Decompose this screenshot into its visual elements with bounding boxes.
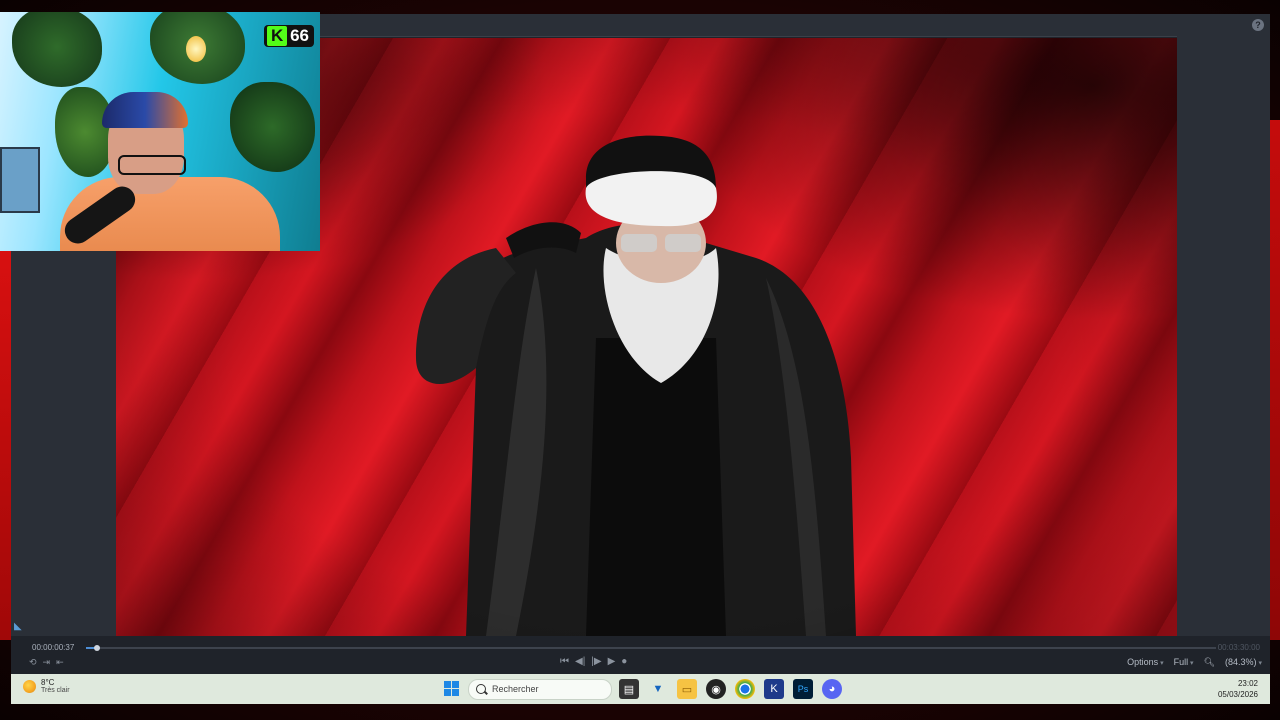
folder-icon[interactable]: ▭: [677, 679, 697, 699]
windows-start-icon[interactable]: [444, 681, 459, 696]
webcam-overlay: K 66: [0, 12, 320, 251]
right-panel: [1177, 36, 1270, 636]
right-controls: Options Full 🔍︎ (84.3%): [1127, 657, 1262, 668]
search-placeholder: Rechercher: [492, 684, 539, 694]
seek-thumb[interactable]: [94, 645, 101, 651]
discord-icon[interactable]: ◕: [822, 679, 842, 699]
play-icon[interactable]: ▶: [608, 656, 616, 667]
taskbar-apps: ▤ ▼ ▭ ◉ K Ps ◕: [619, 679, 842, 699]
red-border-right: [1270, 120, 1280, 640]
loop-icon[interactable]: ⟲: [29, 657, 37, 668]
windows-taskbar: 8°C Très clair Rechercher ▤ ▼ ▭ ◉ K Ps ◕…: [11, 674, 1270, 704]
photoshop-icon[interactable]: Ps: [793, 679, 813, 699]
quality-dropdown[interactable]: Full: [1174, 657, 1194, 668]
clock-time: 23:02: [1237, 679, 1258, 688]
player-controls: 00:00:00:37 00:03:30:00 ⟲ ⇥ ⇤ ⏮ ◀| |▶ ▶ …: [11, 640, 1270, 674]
kick-viewer-count: 66: [290, 26, 309, 45]
weather-widget[interactable]: 8°C Très clair: [23, 678, 70, 694]
current-time: 00:00:00:37: [32, 643, 75, 652]
weather-desc: Très clair: [41, 687, 70, 694]
red-border-left: [0, 250, 11, 640]
stream-frame: ? ◣ 00:00:00:37 00:03:30:00 ⟲ ⇥ ⇤ ⏮ ◀| |…: [0, 0, 1280, 720]
vlc-icon[interactable]: ▼: [648, 679, 668, 699]
seek-bar[interactable]: [86, 645, 1216, 651]
poster: [0, 147, 40, 213]
lamp-icon: [186, 36, 206, 62]
plant-wall: [12, 12, 102, 87]
step-forward-icon[interactable]: |▶: [591, 656, 601, 667]
weather-temp: 8°C: [41, 678, 55, 687]
step-back-icon[interactable]: ◀|: [575, 656, 585, 667]
taskbar-search[interactable]: Rechercher: [468, 679, 612, 700]
clock-date: 05/03/2026: [1217, 690, 1258, 699]
resize-handle-icon[interactable]: ◣: [14, 621, 22, 632]
plant-wall: [230, 82, 315, 172]
obs-icon[interactable]: ◉: [706, 679, 726, 699]
system-clock[interactable]: 23:02 05/03/2026: [1218, 678, 1258, 700]
cap-icon: [102, 92, 188, 128]
kick-badge: K 66: [264, 25, 314, 47]
kick-logo-icon: K: [267, 26, 288, 46]
explorer-icon[interactable]: ▤: [619, 679, 639, 699]
left-controls: ⟲ ⇥ ⇤: [29, 657, 64, 668]
stop-icon[interactable]: ●: [621, 656, 627, 667]
k-icon[interactable]: K: [764, 679, 784, 699]
question-icon[interactable]: ?: [1252, 19, 1264, 31]
plant-wall: [55, 87, 115, 177]
options-dropdown[interactable]: Options: [1127, 657, 1164, 668]
skip-start-icon[interactable]: ⏮: [560, 656, 569, 667]
out-point-icon[interactable]: ⇤: [56, 657, 64, 668]
zoom-icon: 🔍︎: [1203, 657, 1216, 667]
sun-icon: [23, 679, 36, 693]
search-icon: [476, 684, 486, 694]
chrome-icon[interactable]: [735, 679, 755, 699]
glasses-icon: [118, 155, 186, 175]
total-time: 00:03:30:00: [1217, 643, 1260, 652]
in-point-icon[interactable]: ⇥: [43, 657, 51, 668]
zoom-dropdown[interactable]: (84.3%): [1225, 657, 1262, 668]
transport-controls: ⏮ ◀| |▶ ▶ ●: [560, 656, 627, 667]
